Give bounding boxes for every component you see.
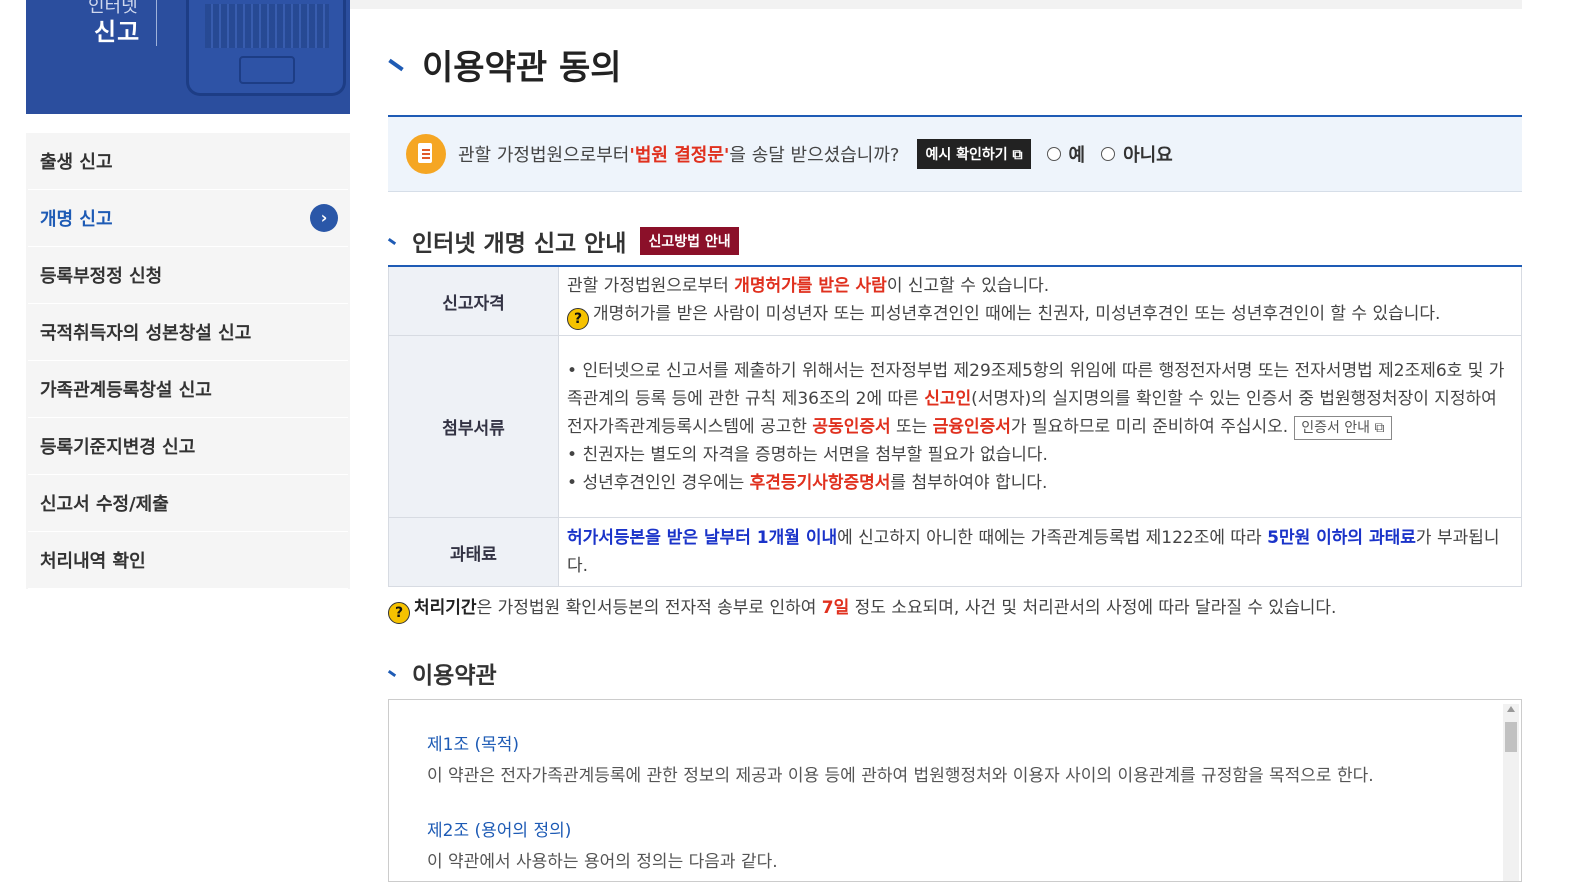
laptop-icon bbox=[186, 0, 346, 96]
court-decision-notice: 관할 가정법원으로부터 '법원 결정문' 을 송달 받으셨습니까? 예시 확인하… bbox=[388, 117, 1522, 192]
sidebar-item-base-change[interactable]: 등록기준지변경 신고 bbox=[28, 418, 348, 475]
radio-no[interactable]: 아니요 bbox=[1101, 141, 1173, 167]
title-marker-icon bbox=[388, 58, 404, 71]
qualification-cell: 관할 가정법원으로부터 개명허가를 받은 사람이 신고할 수 있습니다. ? 개명… bbox=[558, 265, 1522, 336]
example-view-button[interactable]: 예시 확인하기 ⧉ bbox=[917, 139, 1031, 169]
documents-header: 첨부서류 bbox=[388, 335, 559, 518]
article-body: 이 약관에서 사용하는 용어의 정의는 다음과 같다. bbox=[427, 852, 778, 872]
scrollbar-thumb[interactable] bbox=[1505, 722, 1517, 752]
documents-cell: 인터넷으로 신고서를 제출하기 위해서는 전자정부법 제29조제5항의 위임에 … bbox=[558, 335, 1522, 518]
sidebar-item-history[interactable]: 처리내역 확인 bbox=[28, 532, 348, 589]
external-link-icon: ⧉ bbox=[1374, 419, 1385, 436]
article-body: 이 약관은 전자가족관계등록에 관한 정보의 제공과 이용 등에 관하여 법원행… bbox=[427, 766, 1374, 786]
guide-table: 신고자격 관할 가정법원으로부터 개명허가를 받은 사람이 신고할 수 있습니다… bbox=[388, 265, 1522, 587]
terms-section-title: 이용약관 bbox=[387, 656, 497, 690]
chevron-right-icon: › bbox=[310, 204, 338, 232]
table-row: 신고자격 관할 가정법원으로부터 개명허가를 받은 사람이 신고할 수 있습니다… bbox=[388, 265, 1522, 336]
processing-period-note: ? 처리기간은 가정법원 확인서등본의 전자적 송부로 인하여 7일 정도 소요되… bbox=[388, 593, 1336, 624]
fine-cell: 허가서등본을 받은 날부터 1개월 이내에 신고하지 아니한 때에는 가족관계등… bbox=[558, 517, 1522, 587]
guide-section-title: 인터넷 개명 신고 안내 신고방법 안내 bbox=[387, 224, 739, 258]
sidebar-banner: 인터넷 신고 bbox=[26, 0, 350, 114]
radio-yes[interactable]: 예 bbox=[1046, 141, 1085, 167]
article-heading: 제2조 (용어의 정의) bbox=[427, 821, 572, 841]
sidebar-item-correction[interactable]: 등록부정정 신청 bbox=[28, 247, 348, 304]
qualification-header: 신고자격 bbox=[388, 265, 559, 336]
help-icon: ? bbox=[567, 308, 589, 330]
fine-header: 과태료 bbox=[388, 517, 559, 587]
table-row: 첨부서류 인터넷으로 신고서를 제출하기 위해서는 전자정부법 제29조제5항의… bbox=[388, 335, 1522, 518]
page-title: 이용약관 동의 bbox=[388, 40, 622, 89]
sidebar-item-family-register-create[interactable]: 가족관계등록창설 신고 bbox=[28, 361, 348, 418]
sidebar-item-name-change[interactable]: 개명 신고 › bbox=[28, 190, 348, 247]
article-heading: 제1조 (목적) bbox=[427, 735, 520, 755]
external-link-icon: ⧉ bbox=[1012, 147, 1023, 163]
certificate-guide-button[interactable]: 인증서 안내 ⧉ bbox=[1294, 415, 1392, 440]
banner-divider bbox=[156, 0, 157, 46]
scroll-up-icon[interactable] bbox=[1507, 706, 1515, 712]
section-marker-icon bbox=[387, 669, 397, 677]
scrollbar[interactable] bbox=[1503, 704, 1519, 881]
sidebar-menu: 출생 신고 개명 신고 › 등록부정정 신청 국적취득자의 성본창설 신고 가족… bbox=[26, 133, 350, 589]
sidebar-item-edit-submit[interactable]: 신고서 수정/제출 bbox=[28, 475, 348, 532]
top-bar bbox=[350, 0, 1522, 9]
help-icon: ? bbox=[388, 602, 410, 624]
banner-text: 신고 bbox=[94, 18, 141, 46]
document-icon bbox=[406, 134, 446, 174]
sidebar-item-birth[interactable]: 출생 신고 bbox=[28, 133, 348, 190]
table-row: 과태료 허가서등본을 받은 날부터 1개월 이내에 신고하지 아니한 때에는 가… bbox=[388, 517, 1522, 587]
section-marker-icon bbox=[387, 237, 397, 245]
terms-scroll-box[interactable]: 제1조 (목적) 이 약관은 전자가족관계등록에 관한 정보의 제공과 이용 등… bbox=[388, 699, 1522, 882]
report-method-button[interactable]: 신고방법 안내 bbox=[640, 227, 739, 255]
radio-circle[interactable] bbox=[1101, 147, 1116, 161]
sidebar-item-naturalized-surname[interactable]: 국적취득자의 성본창설 신고 bbox=[28, 304, 348, 361]
radio-circle[interactable] bbox=[1046, 147, 1061, 161]
